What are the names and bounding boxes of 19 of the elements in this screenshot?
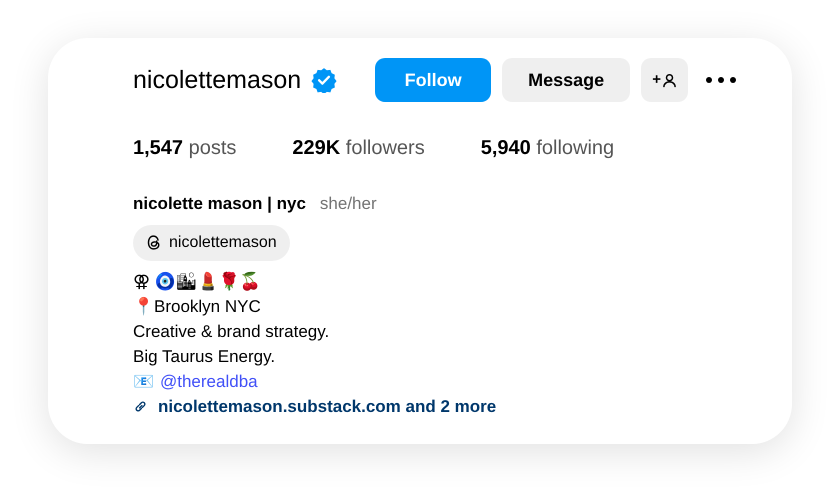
display-name: nicolette mason | nyc — [133, 193, 306, 215]
person-icon — [662, 72, 678, 88]
bio-line: ⚢ 🧿🏙💄🌹🍒 — [133, 270, 262, 293]
bio-line: Big Taurus Energy. — [133, 346, 276, 368]
threads-badge[interactable]: nicolettemason — [133, 224, 290, 260]
message-button[interactable]: Message — [502, 58, 630, 102]
more-options-icon[interactable] — [705, 76, 738, 84]
username: nicolettemason — [133, 68, 302, 92]
mention-link[interactable]: @therealdba — [160, 368, 258, 394]
website-link[interactable]: nicolettemason.substack.com and 2 more — [158, 394, 496, 418]
profile-stat: 229K followers — [292, 136, 425, 161]
bio-line: 📍Brooklyn NYC — [133, 296, 262, 318]
link-icon — [133, 398, 148, 414]
pronouns: she/her — [320, 193, 377, 215]
profile-stat: 5,940 following — [480, 136, 614, 161]
bio-line: Creative & brand strategy. — [133, 320, 330, 342]
envelope-emoji: 📧 — [133, 370, 154, 392]
profile-stat: 1,547 posts — [133, 136, 236, 161]
add-person-button[interactable]: + — [641, 58, 688, 102]
